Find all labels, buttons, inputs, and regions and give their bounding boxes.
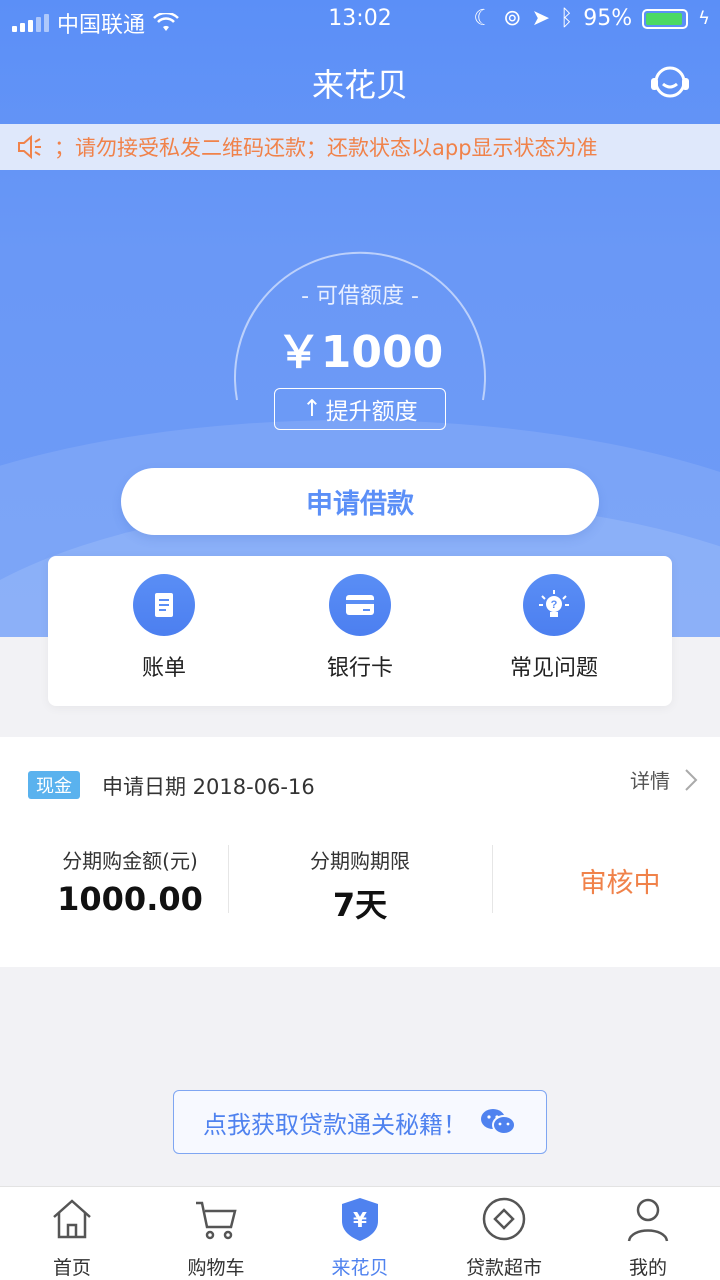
quick-item-label: 账单 [141, 656, 186, 681]
loan-market-icon [482, 1197, 526, 1241]
yen-shield-icon: ¥ [342, 1198, 378, 1241]
quick-item-label: 银行卡 [326, 656, 393, 681]
credit-amount: ￥1000 [276, 327, 444, 378]
promo-text: 点我获取贷款通关秘籍！ [203, 1110, 467, 1139]
quick-item-bill[interactable]: 账单 [84, 574, 244, 682]
arrow-up-icon: ↑ [302, 396, 322, 422]
quick-item-faq[interactable]: ? 常见问题 [474, 574, 634, 682]
cart-icon [196, 1201, 237, 1240]
raise-credit-button[interactable]: ↑ 提升额度 [274, 388, 446, 430]
term-column: 分期购期限 7天 [260, 845, 460, 926]
home-icon [53, 1199, 91, 1239]
raise-credit-label: 提升额度 [325, 399, 418, 425]
tab-cart[interactable]: 购物车 [144, 1195, 288, 1280]
speaker-icon [18, 134, 41, 160]
tab-loan-market[interactable]: 贷款超市 [432, 1195, 576, 1280]
detail-link[interactable]: 详情 [630, 765, 698, 794]
tab-label: 我的 [628, 1257, 667, 1279]
quick-menu: 账单 银行卡 ? 常见问题 [48, 556, 672, 706]
tab-label: 来花贝 [331, 1257, 389, 1279]
amount-label: 分期购金额(元) [62, 849, 198, 873]
tab-label: 首页 [52, 1257, 91, 1279]
status-bar: 中国联通 13:02 ☾ ⊚ ➤ ᛒ 95% ϟ [0, 0, 720, 40]
term-label: 分期购期限 [310, 849, 410, 873]
page-title: 来花贝 [311, 66, 408, 104]
svg-text:¥: ¥ [353, 1208, 367, 1232]
promo-button[interactable]: 点我获取贷款通关秘籍！ [173, 1090, 547, 1154]
tab-label: 贷款超市 [465, 1257, 542, 1279]
loan-record-card[interactable]: 现金 申请日期 2018-06-16 详情 分期购金额(元) 1000.00 分… [0, 737, 720, 967]
tab-label: 购物车 [187, 1257, 245, 1279]
detail-label: 详情 [630, 769, 670, 793]
tab-bar: 首页 购物车 ¥ 来花贝 贷款超市 我的 [0, 1186, 720, 1280]
tab-home[interactable]: 首页 [0, 1195, 144, 1280]
loan-type-badge: 现金 [28, 771, 80, 799]
battery-percent: 95% [583, 6, 633, 31]
svg-text:?: ? [551, 599, 558, 611]
title-bar: 来花贝 [0, 40, 720, 124]
credit-label: - 可借额度 - [301, 284, 419, 309]
charging-icon: ϟ [698, 8, 710, 29]
status-right: ☾ ⊚ ➤ ᛒ 95% ϟ [473, 6, 710, 31]
review-status: 审核中 [579, 868, 661, 899]
divider [228, 845, 229, 913]
moon-icon: ☾ [473, 6, 494, 31]
battery-icon [642, 8, 689, 29]
notice-bar: ；请勿接受私发二维码还款；还款状态以app显示状态为准 [0, 124, 720, 170]
apply-loan-button[interactable]: 申请借款 [121, 468, 599, 535]
bank-card-icon [329, 574, 391, 636]
rotation-lock-icon: ⊚ [503, 6, 522, 31]
apply-date: 申请日期 2018-06-16 [102, 775, 315, 799]
term-value: 7天 [332, 886, 388, 924]
wechat-icon [481, 1109, 516, 1135]
customer-service-icon[interactable] [648, 60, 692, 104]
bill-icon [133, 574, 195, 636]
tab-laihuabei[interactable]: ¥ 来花贝 [288, 1195, 432, 1280]
location-icon: ➤ [531, 6, 551, 31]
chevron-right-icon [685, 768, 698, 791]
bluetooth-icon: ᛒ [560, 6, 574, 31]
faq-icon: ? [523, 574, 585, 636]
amount-value: 1000.00 [57, 880, 203, 918]
quick-item-label: 常见问题 [509, 656, 598, 681]
tab-profile[interactable]: 我的 [576, 1195, 720, 1280]
notice-text: ；请勿接受私发二维码还款；还款状态以app显示状态为准 [54, 136, 598, 160]
quick-item-bank-card[interactable]: 银行卡 [280, 574, 440, 682]
amount-column: 分期购金额(元) 1000.00 [30, 845, 230, 918]
profile-icon [627, 1198, 669, 1242]
divider [492, 845, 493, 913]
